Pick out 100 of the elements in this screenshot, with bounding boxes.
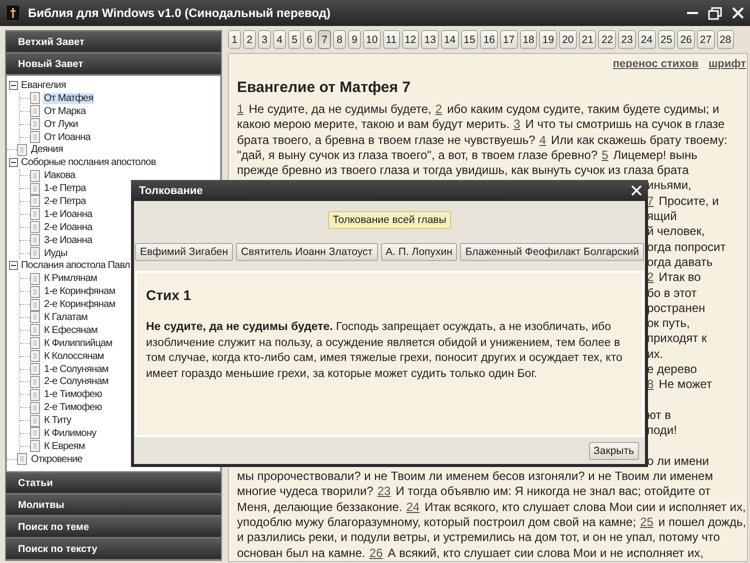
verse-number-link[interactable]: 1 [237, 102, 244, 116]
tree-item[interactable]: Откровение [30, 454, 84, 465]
tree-item[interactable]: К Филиппийцам [43, 338, 114, 349]
tree-item[interactable]: Евангелия [20, 80, 67, 91]
chapter-button[interactable]: 13 [421, 30, 439, 49]
dialog-title: Толкование [139, 184, 203, 196]
verse-text: бо в этот [647, 286, 697, 300]
section-header[interactable]: Ветхий Завет [6, 31, 221, 53]
chapter-button[interactable]: 20 [559, 30, 577, 49]
section-header[interactable]: Статьи [6, 472, 221, 494]
verse-number-link[interactable]: 2 [647, 270, 654, 284]
chapter-button[interactable]: 22 [598, 30, 616, 49]
section-header[interactable]: Новый Завет [6, 53, 221, 75]
section-header[interactable]: Поиск по тексту [6, 538, 221, 560]
tree-item[interactable]: К Филимону [43, 428, 98, 439]
verse-heading: Стих 1 [146, 287, 192, 303]
close-icon [732, 7, 744, 19]
tree-item[interactable]: Соборные послания апостолов [20, 157, 157, 168]
chapter-button[interactable]: 8 [333, 30, 346, 49]
verse-number-link[interactable]: 5 [602, 148, 608, 162]
verse-text: ящий [647, 209, 677, 224]
section-header[interactable]: Поиск по теме [6, 516, 221, 538]
chapter-button[interactable]: 1 [228, 30, 241, 49]
chapter-button[interactable]: 21 [578, 30, 596, 49]
tree-item[interactable]: К Галатам [43, 312, 88, 323]
chapter-button[interactable]: 18 [520, 30, 538, 49]
tree-item[interactable]: 2-е Солунянам [43, 376, 110, 388]
chapter-button[interactable]: 5 [288, 30, 301, 49]
chapter-button[interactable]: 17 [500, 30, 518, 49]
tree-item[interactable]: 2-е Тимофею [43, 402, 103, 414]
tree-item[interactable]: От Иоанна [43, 132, 92, 142]
author-button[interactable]: Святитель Иоанн Златоуст [236, 243, 378, 261]
tree-item[interactable]: 1-е Тимофею [43, 389, 103, 400]
document-icon [30, 221, 40, 234]
verse-number-link[interactable]: 26 [369, 546, 383, 560]
document-icon [30, 337, 40, 350]
chapter-button[interactable]: 14 [440, 30, 459, 49]
chapter-button[interactable]: 7 [318, 30, 331, 49]
tree-item[interactable]: Иакова [43, 170, 76, 182]
chapter-button[interactable]: 24 [638, 30, 656, 49]
chapter-button[interactable]: 28 [716, 30, 734, 49]
chapter-button[interactable]: 23 [618, 30, 636, 49]
author-button[interactable]: А. П. Лопухин [380, 243, 458, 261]
verse-number-link[interactable]: 23 [377, 484, 391, 498]
chapter-button[interactable]: 11 [382, 30, 400, 49]
tree-item[interactable]: 1-е Коринфянам [43, 286, 116, 298]
document-icon [30, 234, 40, 246]
tree-item[interactable]: Послания апостола Павл [20, 260, 131, 272]
tree-item[interactable]: 2-е Иоанна [43, 222, 94, 233]
author-button[interactable]: Евфимий Зигабен [135, 243, 234, 261]
chapter-button[interactable]: 6 [303, 30, 316, 49]
document-icon [30, 350, 40, 362]
verse-number-link[interactable]: 3 [514, 117, 520, 132]
chapter-button[interactable]: 16 [480, 30, 498, 49]
tree-item[interactable]: Деяния [30, 144, 64, 156]
verse-text: многие чудеса творили? 23 И тогда объявлю им: Я никогда не знал вас; отойдите от [237, 484, 710, 498]
tree-item[interactable]: От Матфея [43, 92, 94, 104]
chapter-button[interactable]: 27 [696, 30, 715, 49]
verse-number-link[interactable]: 7 [647, 194, 654, 208]
section-header[interactable]: Молитвы [6, 494, 221, 516]
tree-item[interactable]: К Ефесянам [43, 324, 98, 336]
close-button[interactable]: Закрыть [588, 442, 639, 460]
document-icon [17, 144, 27, 156]
tree-item[interactable]: 2-е Петра [43, 196, 87, 207]
tree-item[interactable]: От Луки [43, 118, 79, 130]
chapter-button[interactable]: 25 [658, 30, 676, 49]
tree-item[interactable]: 1-е Солунянам [43, 364, 110, 375]
text-link[interactable]: шрифт [708, 58, 746, 73]
tree-item[interactable]: К Титу [43, 415, 72, 426]
chapter-button[interactable]: 9 [348, 30, 361, 49]
verse-number-link[interactable]: 24 [406, 500, 420, 514]
text-link[interactable]: перенос стихов [612, 58, 698, 73]
chapter-heading: Евангелие от Матфея 7 [237, 79, 412, 97]
verse-text: основан был на камне. 26 А всякий, кто слушает сии слова Мои и не исполняет их, [237, 546, 704, 560]
tree-item[interactable]: К Евреям [43, 440, 86, 452]
chapter-button[interactable]: 4 [273, 30, 286, 49]
chapter-button[interactable]: 19 [539, 30, 558, 49]
document-icon [30, 182, 40, 195]
chapter-commentary-button[interactable]: Толкование всей главы [328, 211, 452, 229]
tree-item[interactable]: К Колоссянам [43, 350, 105, 362]
tree-item[interactable]: 1-е Иоанна [43, 208, 94, 220]
document-icon [30, 376, 40, 388]
verse-text: какою мерою мерите, такою и вам будут мерить. 3 И что ты смотришь на сучок в глазе [237, 117, 725, 132]
chapter-button[interactable]: 12 [402, 30, 420, 49]
author-button[interactable]: Блаженный Феофилакт Болгарский [460, 243, 644, 261]
tree-item[interactable]: 3-е Иоанна [43, 234, 94, 246]
tree-item[interactable]: К Римлянам [43, 273, 98, 284]
tree-item[interactable]: 2-е Коринфянам [43, 299, 116, 310]
verse-number-link[interactable]: 2 [435, 102, 442, 116]
chapter-button[interactable]: 3 [258, 30, 271, 49]
chapter-button[interactable]: 15 [460, 30, 478, 49]
verse-number-link[interactable]: 4 [539, 132, 546, 147]
chapter-button[interactable]: 2 [243, 30, 256, 49]
chapter-button[interactable]: 10 [363, 30, 381, 49]
verse-number-link[interactable]: 25 [640, 515, 654, 530]
tree-item[interactable]: 1-е Петра [43, 183, 87, 194]
verse-text: огда давать [647, 254, 713, 269]
chapter-button[interactable]: 26 [677, 30, 695, 49]
tree-item[interactable]: Иуды [43, 248, 68, 259]
tree-item[interactable]: От Марка [43, 106, 87, 117]
